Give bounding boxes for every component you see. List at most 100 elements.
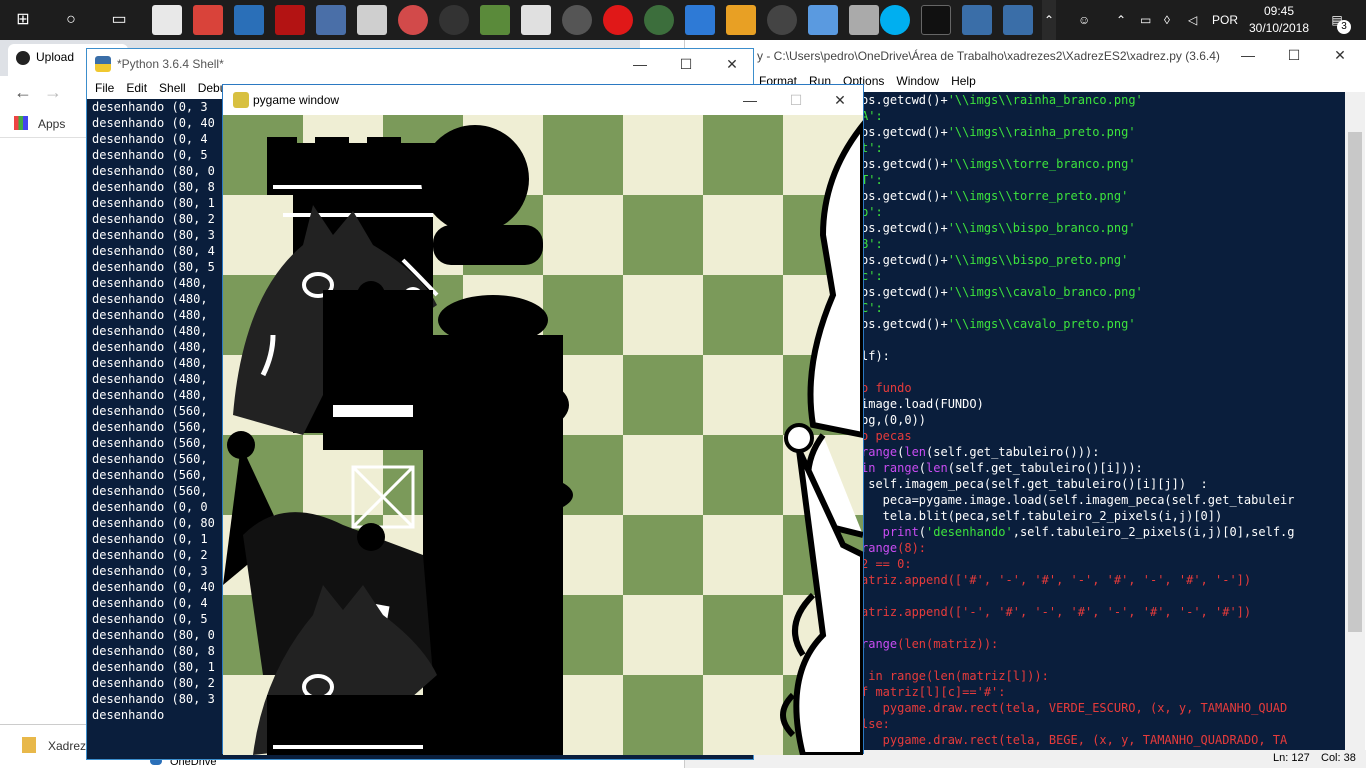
code-token: os.getcwd()+ (861, 285, 948, 299)
code-line: o pecas (861, 428, 1345, 444)
editor-scroll-thumb[interactable] (1348, 132, 1362, 632)
shell-menu-shell[interactable]: Shell (159, 81, 186, 95)
calculator-icon[interactable] (357, 5, 387, 35)
board-square[interactable] (623, 355, 703, 435)
minimize-icon[interactable]: — (617, 49, 663, 79)
code-line: f matriz[l][c]=='#': (861, 684, 1345, 700)
board-square[interactable] (623, 515, 703, 595)
board-square[interactable] (623, 115, 703, 195)
record-icon[interactable] (603, 5, 633, 35)
chess-board-canvas[interactable] (223, 115, 863, 755)
pygame-title: pygame window (253, 93, 340, 107)
chrome-icon[interactable] (644, 5, 674, 35)
chrome-tab-label: Upload (36, 50, 75, 64)
close-icon[interactable]: ✕ (817, 85, 863, 115)
code-token: atriz.append(['#', '-', '#', '-', '#', '… (861, 573, 1252, 587)
volume-mute-icon[interactable]: ◁ (1188, 0, 1197, 40)
code-line: lf): (861, 348, 1345, 364)
app-window-icon[interactable] (234, 5, 264, 35)
download-item[interactable]: Xadrez (48, 739, 86, 753)
clock-date: 30/10/2018 (1248, 21, 1310, 35)
paint-icon[interactable] (398, 5, 428, 35)
editor-scrollbar[interactable] (1345, 92, 1365, 750)
code-token: (len(matriz)): (897, 637, 999, 651)
cortana-icon[interactable]: ○ (56, 5, 86, 35)
editor-title: y - C:\Users\pedro\OneDrive\Área de Trab… (757, 49, 1220, 63)
status-col: Col: 38 (1321, 752, 1356, 764)
editor-menu-window[interactable]: Window (896, 74, 939, 88)
code-token: range (861, 541, 898, 555)
task-view-icon[interactable]: ▭ (104, 5, 134, 35)
webcam-icon[interactable] (562, 5, 592, 35)
code-token: os.getcwd()+ (861, 125, 948, 139)
cat-app-icon[interactable] (439, 5, 469, 35)
code-line: b': (861, 204, 1345, 220)
app-green-icon[interactable] (480, 5, 510, 35)
board-square[interactable] (543, 195, 623, 275)
terminal-icon[interactable] (921, 5, 951, 35)
board-square[interactable] (703, 675, 783, 755)
board-square[interactable] (703, 115, 783, 195)
code-line: print('desenhando',self.tabuleiro_2_pixe… (861, 524, 1345, 540)
board-square[interactable] (703, 355, 783, 435)
app-notes-icon[interactable] (152, 5, 182, 35)
taskbar-scroll[interactable]: ⌃ (1042, 0, 1056, 40)
board-square[interactable] (623, 275, 703, 355)
store-icon[interactable] (521, 5, 551, 35)
back-icon[interactable]: ← (14, 82, 32, 103)
close-icon[interactable]: ✕ (709, 49, 755, 79)
skype-icon[interactable] (880, 5, 910, 35)
app-bookmark-icon[interactable] (193, 5, 223, 35)
code-token: C': (861, 301, 883, 315)
minimize-icon[interactable]: — (1225, 40, 1271, 70)
shell-menu-edit[interactable]: Edit (126, 81, 147, 95)
chevron-up-icon[interactable]: ⌃ (1116, 0, 1126, 40)
python-idle-icon-2[interactable] (1003, 5, 1033, 35)
app-blue-icon[interactable] (808, 5, 838, 35)
people-icon[interactable]: ☺ (1078, 0, 1090, 40)
board-square[interactable] (623, 595, 703, 675)
shell-menu-file[interactable]: File (95, 81, 114, 95)
taskbar: ⊞ ○ ▭ ⌃ ☺ ⌃ ▭ ◊ ◁ POR 09:45 30/10/2018 ▤… (0, 0, 1366, 40)
apps-bookmark[interactable]: Apps (38, 117, 65, 131)
python-idle-icon[interactable] (962, 5, 992, 35)
minimize-icon[interactable]: — (727, 85, 773, 115)
browser-icon[interactable] (767, 5, 797, 35)
code-line: os.getcwd()+'\\imgs\\torre_branco.png' (861, 156, 1345, 172)
code-line: pygame.draw.rect(tela, BEGE, (x, y, TAMA… (861, 732, 1345, 748)
app-grey-icon[interactable] (849, 5, 879, 35)
close-icon[interactable]: ✕ (1317, 40, 1363, 70)
board-square[interactable] (623, 195, 703, 275)
chess-board[interactable] (223, 115, 863, 755)
office-icon[interactable] (726, 5, 756, 35)
board-square[interactable] (703, 515, 783, 595)
board-square[interactable] (703, 195, 783, 275)
editor-menu-help[interactable]: Help (951, 74, 976, 88)
board-square[interactable] (543, 115, 623, 195)
board-square[interactable] (703, 275, 783, 355)
code-token: os.getcwd()+ (861, 253, 948, 267)
maximize-icon[interactable]: ☐ (1271, 40, 1317, 70)
board-square[interactable] (623, 675, 703, 755)
acrobat-icon[interactable] (275, 5, 305, 35)
language-indicator[interactable]: POR (1212, 0, 1238, 40)
code-line: A': (861, 108, 1345, 124)
board-square[interactable] (703, 595, 783, 675)
code-token: '\\imgs\\rainha_branco.png' (947, 93, 1143, 107)
board-square[interactable] (703, 435, 783, 515)
app-settings-icon[interactable] (316, 5, 346, 35)
battery-icon[interactable]: ▭ (1140, 0, 1151, 40)
code-token: len (926, 461, 948, 475)
board-square[interactable] (623, 435, 703, 515)
windows-start-icon[interactable]: ⊞ (8, 5, 38, 35)
maximize-icon[interactable]: ☐ (663, 49, 709, 79)
code-token: (8): (897, 541, 927, 555)
clock[interactable]: 09:45 30/10/2018 (1244, 3, 1314, 37)
forward-icon[interactable]: → (44, 82, 62, 103)
network-icon[interactable]: ◊ (1164, 0, 1170, 40)
code-line: os.getcwd()+'\\imgs\\bispo_branco.png' (861, 220, 1345, 236)
apps-grid-icon[interactable] (14, 116, 28, 130)
git-icon[interactable] (685, 5, 715, 35)
